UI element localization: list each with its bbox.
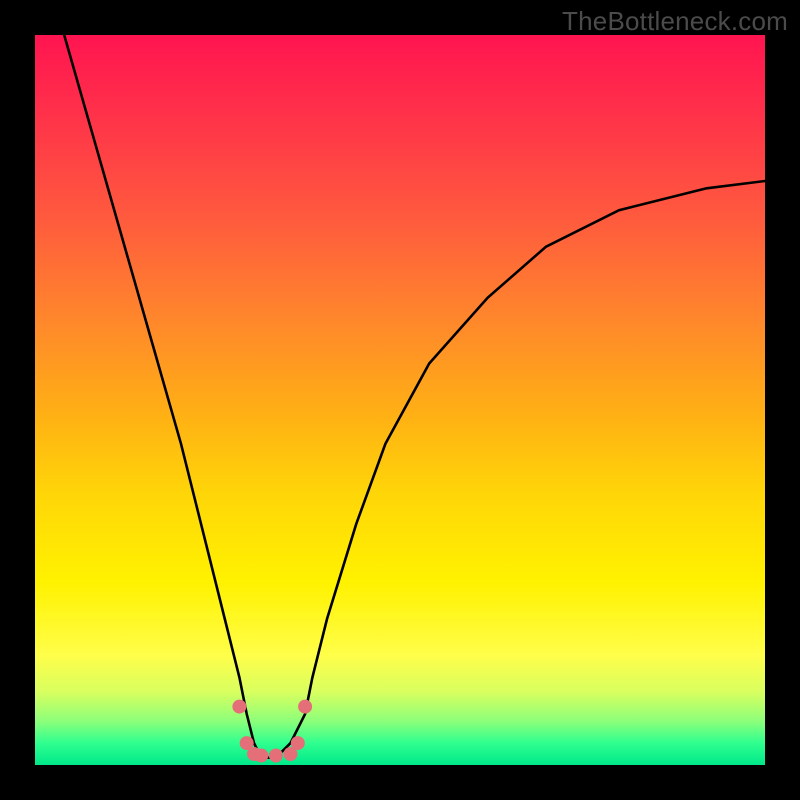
bottleneck-curve (64, 35, 765, 758)
notch-markers-group (232, 700, 312, 763)
chart-frame: TheBottleneck.com (0, 0, 800, 800)
notch-marker (232, 700, 246, 714)
notch-marker (298, 700, 312, 714)
notch-marker (254, 749, 268, 763)
notch-marker (269, 749, 283, 763)
curve-svg (35, 35, 765, 765)
watermark-text: TheBottleneck.com (562, 6, 788, 37)
plot-area (35, 35, 765, 765)
notch-marker (291, 736, 305, 750)
